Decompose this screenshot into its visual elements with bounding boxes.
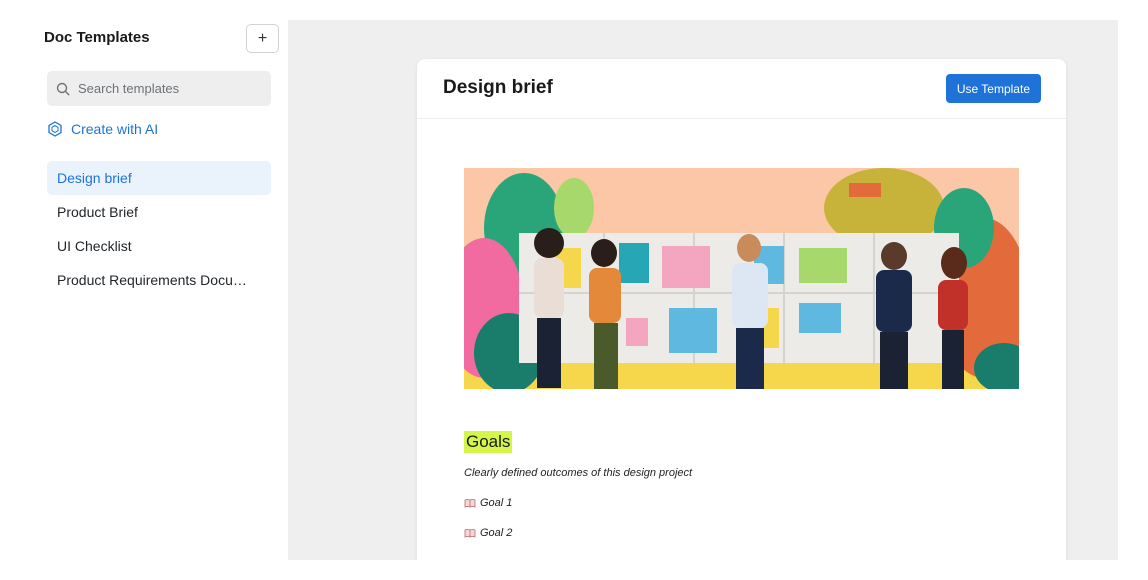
create-with-ai-label: Create with AI — [71, 121, 159, 137]
ai-sparkle-icon — [48, 121, 62, 137]
search-input[interactable] — [78, 81, 258, 96]
preview-title: Design brief — [443, 77, 553, 98]
template-item-label: Product Requirements Document — [57, 272, 257, 288]
goals-description: Clearly defined outcomes of this design … — [464, 467, 693, 479]
banner-illustration — [464, 168, 1019, 389]
sidebar-title: Doc Templates — [44, 29, 150, 46]
preview-header: Design brief Use Template — [417, 59, 1066, 119]
template-item-label: Design brief — [57, 170, 132, 186]
template-item-design-brief[interactable]: Design brief — [47, 161, 271, 195]
book-icon — [464, 529, 476, 538]
goal-item: Goal 2 — [464, 527, 1019, 539]
template-preview-card: Design brief Use Template Goals Clearly … — [417, 59, 1066, 560]
goal-label: Goal 2 — [480, 527, 513, 539]
template-item-label: Product Brief — [57, 204, 138, 220]
template-item-product-requirements[interactable]: Product Requirements Document — [47, 263, 271, 297]
preview-area: Design brief Use Template Goals Clearly … — [288, 20, 1118, 560]
template-item-product-brief[interactable]: Product Brief — [47, 195, 271, 229]
create-with-ai-button[interactable]: Create with AI — [47, 121, 158, 137]
search-box[interactable] — [47, 71, 271, 106]
template-item-ui-checklist[interactable]: UI Checklist — [47, 229, 271, 263]
template-item-label: UI Checklist — [57, 238, 132, 254]
search-icon — [56, 82, 70, 96]
document-content: Goals Clearly defined outcomes of this d… — [464, 168, 1019, 539]
goal-item: Goal 1 — [464, 497, 1019, 509]
use-template-button[interactable]: Use Template — [945, 74, 1041, 103]
goals-heading: Goals — [464, 431, 513, 453]
add-template-button[interactable]: + — [246, 24, 279, 53]
goal-label: Goal 1 — [480, 497, 513, 509]
templates-sidebar: Doc Templates + Create with AI Design br… — [0, 0, 288, 580]
book-icon — [464, 499, 476, 508]
template-list: Design brief Product Brief UI Checklist … — [47, 161, 271, 297]
